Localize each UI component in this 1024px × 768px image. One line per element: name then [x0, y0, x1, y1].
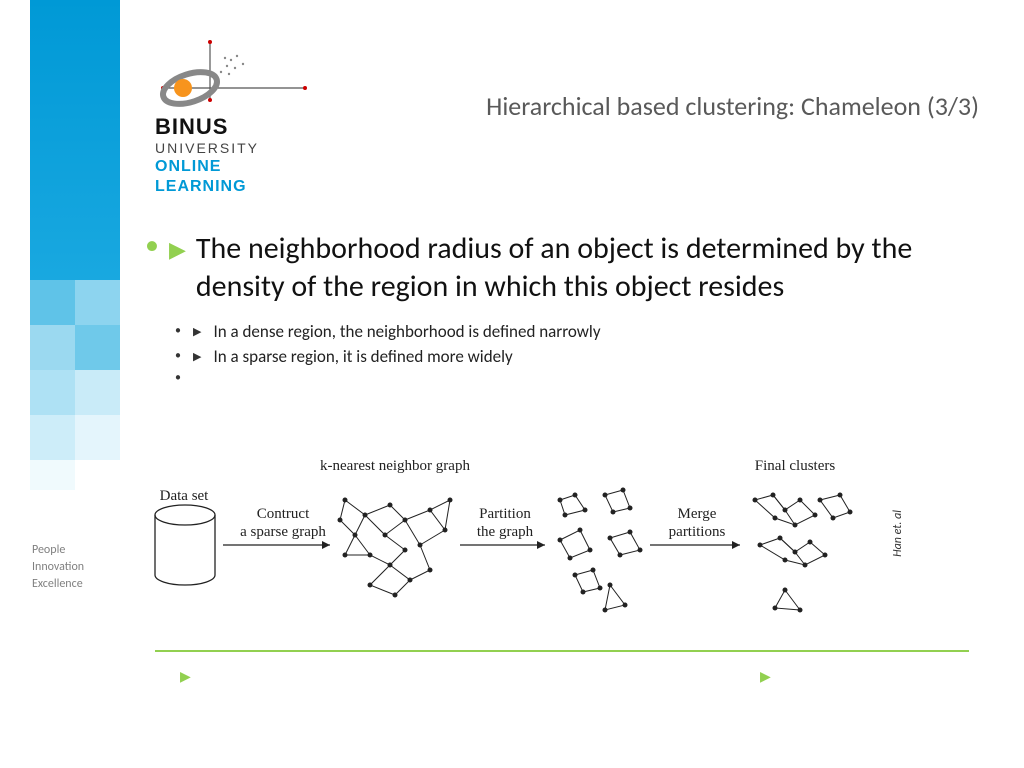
logo: BINUS UNIVERSITY ONLINE LEARNING [155, 38, 335, 196]
tagline-people: People [32, 542, 84, 559]
diagram-svg [145, 460, 885, 640]
footer-triangle-left-icon: ▶ [180, 668, 191, 685]
sub-triangle-icon: ▶ [193, 350, 201, 363]
logo-line2: UNIVERSITY [155, 140, 335, 156]
sub-bullet: • ▶ In a sparse region, it is defined mo… [175, 346, 979, 367]
bottom-divider [155, 650, 969, 652]
chameleon-diagram: k-nearest neighbor graph Final clusters … [145, 460, 885, 640]
logo-line4: LEARNING [155, 178, 335, 196]
content-area: • ▶ The neighborhood radius of an object… [145, 230, 979, 389]
diagram-final-label: Final clusters [735, 458, 855, 475]
footer-triangle-right-icon: ▶ [760, 668, 771, 685]
main-bullet: • ▶ The neighborhood radius of an object… [145, 230, 979, 307]
sub-dot-icon: • [175, 371, 181, 385]
sparse-graph-icon [338, 498, 453, 598]
sub-dot-icon: • [175, 324, 181, 338]
tagline-innovation: Innovation [32, 559, 84, 576]
slide-title: Hierarchical based clustering: Chameleon… [419, 90, 979, 124]
sub-triangle-icon: ▶ [193, 325, 201, 338]
diagram-dataset-label: Data set [149, 488, 219, 505]
sub-bullet-empty: • [175, 371, 979, 385]
diagram-step3: Merge partitions [657, 505, 737, 541]
stripe-gradient [30, 0, 120, 280]
sub-bullet: • ▶ In a dense region, the neighborhood … [175, 321, 979, 342]
tagline-excellence: Excellence [32, 576, 84, 593]
diagram-citation: Han et. al [891, 510, 905, 557]
slide: People Innovation Excellence [0, 0, 1024, 768]
cylinder-icon [155, 505, 215, 585]
sub-dot-icon: • [175, 349, 181, 363]
diagram-step2: Partition the graph [465, 505, 545, 541]
sidebar-tagline: People Innovation Excellence [32, 542, 84, 592]
stripe-squares [30, 280, 120, 500]
bullet-dot-icon: • [145, 230, 159, 261]
bullet-triangle-icon: ▶ [169, 236, 186, 263]
logo-line1: BINUS [155, 114, 335, 140]
partitioned-graph-icon [558, 488, 643, 613]
diagram-top-label: k-nearest neighbor graph [295, 458, 495, 475]
left-stripe [30, 0, 120, 768]
logo-icon [155, 38, 315, 108]
logo-line3: ONLINE [155, 158, 335, 176]
diagram-step1: Contruct a sparse graph [233, 505, 333, 541]
sub-bullet-text: In a sparse region, it is defined more w… [213, 346, 512, 367]
sub-bullet-text: In a dense region, the neighborhood is d… [213, 321, 600, 342]
main-bullet-text: The neighborhood radius of an object is … [196, 230, 979, 307]
final-clusters-icon [753, 493, 853, 613]
